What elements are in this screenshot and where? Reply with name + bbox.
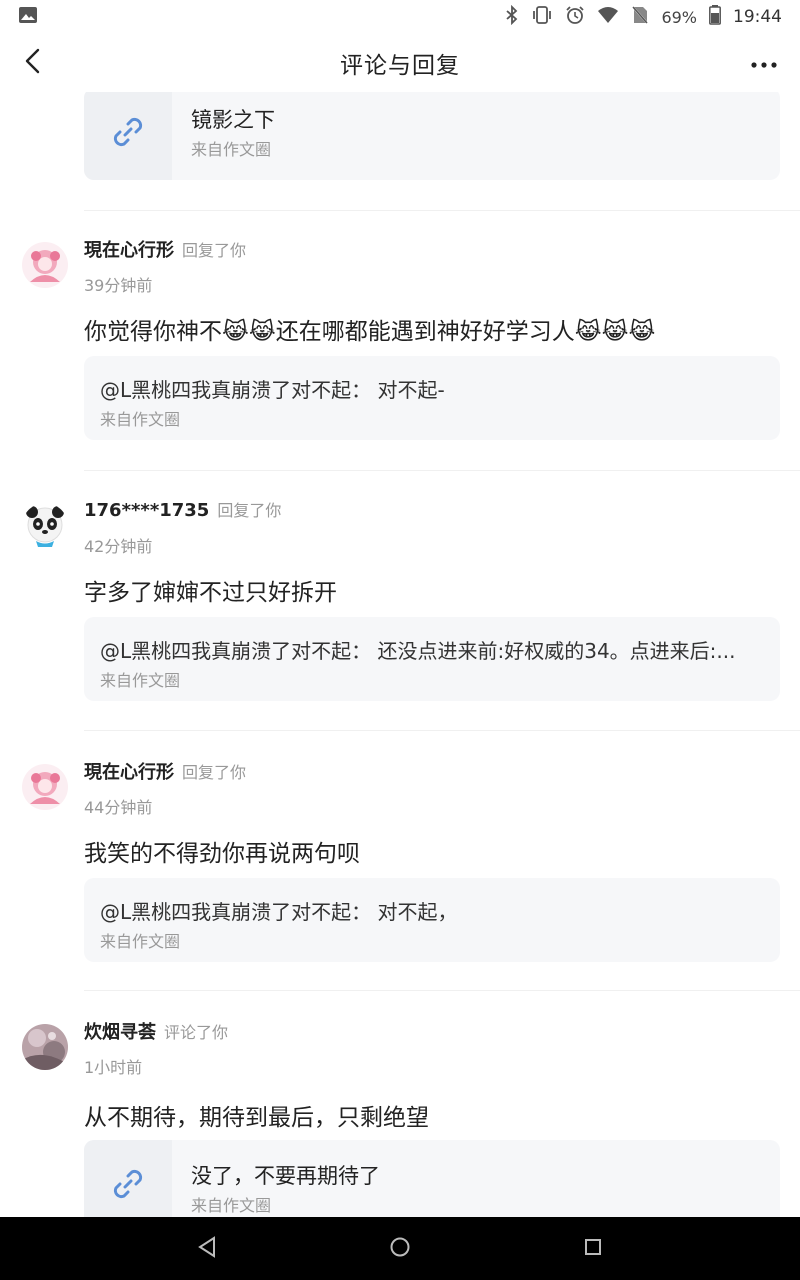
username[interactable]: 現在心行形 回复了你 <box>84 758 246 784</box>
bluetooth-icon <box>505 4 519 30</box>
battery-icon <box>709 4 721 30</box>
quote-source: 来自作文圈 <box>100 932 181 951</box>
link-title: 镜影之下 <box>191 108 275 132</box>
list-item[interactable]: 炊烟寻荟 评论了你 1小时前 从不期待，期待到最后，只剩绝望 没了，不要再期待了 … <box>0 1014 800 1217</box>
link-source: 来自作文圈 <box>191 140 272 159</box>
action-label: 回复了你 <box>182 763 247 782</box>
nav-back-icon <box>197 1235 217 1262</box>
action-label: 回复了你 <box>182 241 247 260</box>
nav-back-button[interactable] <box>187 1229 227 1269</box>
divider <box>84 210 800 211</box>
link-source: 来自作文圈 <box>191 1196 272 1215</box>
screen: 69% 19:44 评论与回复 镜影之下 来自作文圈 現在心行形 回复了你 39… <box>0 0 800 1280</box>
nav-recents-button[interactable] <box>573 1229 613 1269</box>
clock: 19:44 <box>733 7 782 27</box>
list-item[interactable]: 176****1735 回复了你 42分钟前 字多了婶婶不过只好拆开 @L黑桃四我… <box>0 493 800 703</box>
back-arrow-icon <box>24 48 42 78</box>
quoted-comment[interactable]: @L黑桃四我真崩溃了对不起： 还没点进来前:好权威的34。点进来后:... 来自… <box>84 617 780 701</box>
avatar[interactable] <box>22 764 68 810</box>
divider <box>84 730 800 731</box>
quote-text: @L黑桃四我真崩溃了对不起： 还没点进来前:好权威的34。点进来后:... <box>100 639 736 663</box>
no-sim-icon <box>631 4 650 30</box>
more-icon <box>750 54 778 73</box>
comment-text: 从不期待，期待到最后，只剩绝望 <box>84 1105 429 1131</box>
vibrate-icon <box>531 5 553 30</box>
title-bar: 评论与回复 <box>0 34 800 92</box>
status-bar: 69% 19:44 <box>0 0 800 34</box>
username[interactable]: 176****1735 回复了你 <box>84 497 281 521</box>
battery-percent: 69% <box>661 7 697 27</box>
timestamp: 44分钟前 <box>84 798 153 817</box>
list-item[interactable]: 現在心行形 回复了你 44分钟前 我笑的不得劲你再说两句呗 @L黑桃四我真崩溃了对… <box>0 754 800 964</box>
divider <box>84 990 800 991</box>
comment-list[interactable]: 镜影之下 来自作文圈 現在心行形 回复了你 39分钟前 你觉得你神不😹😹还在哪都能… <box>0 92 800 1217</box>
action-label: 评论了你 <box>164 1023 229 1042</box>
more-button[interactable] <box>746 48 782 78</box>
timestamp: 39分钟前 <box>84 276 153 295</box>
action-label: 回复了你 <box>217 501 282 520</box>
quote-text: @L黑桃四我真崩溃了对不起： 对不起- <box>100 378 445 402</box>
username[interactable]: 炊烟寻荟 评论了你 <box>84 1018 228 1044</box>
divider <box>84 470 800 471</box>
quoted-comment[interactable]: @L黑桃四我真崩溃了对不起： 对不起， 来自作文圈 <box>84 878 780 962</box>
link-card[interactable]: 镜影之下 来自作文圈 <box>84 92 780 180</box>
image-icon <box>18 6 38 29</box>
quote-text: @L黑桃四我真崩溃了对不起： 对不起， <box>100 900 458 924</box>
timestamp: 1小时前 <box>84 1058 143 1077</box>
nav-recents-icon <box>583 1237 603 1261</box>
nav-home-button[interactable] <box>380 1229 420 1269</box>
link-title: 没了，不要再期待了 <box>191 1164 380 1188</box>
link-icon <box>108 1164 148 1208</box>
link-thumb <box>84 92 172 180</box>
comment-text: 你觉得你神不😹😹还在哪都能遇到神好好学习人😹😹😹 <box>84 319 656 345</box>
avatar[interactable] <box>22 1024 68 1070</box>
link-card[interactable]: 没了，不要再期待了 来自作文圈 <box>84 1140 780 1217</box>
page-title: 评论与回复 <box>340 53 460 79</box>
quote-source: 来自作文圈 <box>100 410 181 429</box>
avatar[interactable] <box>22 242 68 288</box>
list-item[interactable]: 現在心行形 回复了你 39分钟前 你觉得你神不😹😹还在哪都能遇到神好好学习人😹😹😹… <box>0 232 800 442</box>
comment-text: 我笑的不得劲你再说两句呗 <box>84 841 360 867</box>
timestamp: 42分钟前 <box>84 537 153 556</box>
quoted-comment[interactable]: @L黑桃四我真崩溃了对不起： 对不起- 来自作文圈 <box>84 356 780 440</box>
wifi-icon <box>597 6 619 29</box>
comment-text: 字多了婶婶不过只好拆开 <box>84 580 337 606</box>
navigation-bar <box>0 1217 800 1280</box>
nav-home-icon <box>389 1236 411 1262</box>
back-button[interactable] <box>18 48 48 78</box>
avatar[interactable] <box>22 503 68 549</box>
quote-source: 来自作文圈 <box>100 671 181 690</box>
alarm-icon <box>565 5 585 30</box>
username[interactable]: 現在心行形 回复了你 <box>84 236 246 262</box>
link-icon <box>108 112 148 156</box>
link-thumb <box>84 1140 172 1217</box>
